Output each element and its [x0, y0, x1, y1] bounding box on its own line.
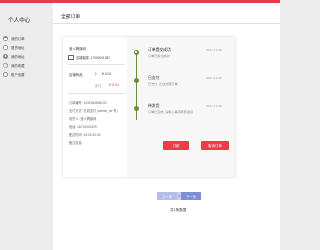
pagination: 上一页 1 下一页 [157, 192, 201, 200]
sidebar-title: 个人中心 [8, 18, 31, 24]
sidebar-item-label: 退货地址 [11, 46, 25, 50]
sidebar-item-favorites[interactable]: 我的收藏 [3, 62, 25, 69]
cancel-order-button[interactable]: 取消订单 [201, 141, 229, 150]
divider [68, 93, 125, 94]
step-dot-icon [134, 50, 139, 55]
shop-name[interactable]: 洛人腾旗网 [69, 46, 86, 51]
sidebar-item-orders[interactable]: 我的订单 [3, 35, 25, 42]
order-details: 洛人腾旗网 店铺客服: 17900001387 店铺商品 1 ¥ 0.01 实付… [63, 37, 125, 177]
pay-button[interactable]: 付款 [163, 141, 189, 150]
product-name[interactable]: 店铺商品 [69, 72, 83, 77]
product-quantity: 1 [95, 72, 97, 76]
star-icon [3, 63, 8, 68]
delivery-time: 配送时间: 18:00-20:00 [69, 133, 101, 137]
order-tracking: 订单提交成功 订单已提交成功 2017-11-29 已支付 已支付, 正在处理订… [127, 37, 235, 177]
paid-amount: ¥ 0.01 [109, 83, 119, 87]
house-icon [3, 36, 8, 41]
step-subtitle: 订单已提交成功 [148, 54, 170, 58]
step-date: 2017-11-29 [206, 104, 222, 108]
step-date: 2017-11-29 [206, 76, 222, 80]
prev-page-button[interactable]: 上一页 [157, 192, 177, 200]
step-subtitle: 已支付, 正在处理订单 [148, 82, 178, 86]
paid-label: 实付: [95, 84, 103, 88]
sidebar-item-label: 我的订单 [11, 37, 25, 41]
sidebar-item-label: 账户设置 [11, 73, 25, 77]
location-icon [3, 54, 8, 59]
sidebar: 个人中心 我的订单 退货地址 我的地址 我的收藏 账户设置 [0, 3, 52, 250]
sidebar-item-address[interactable]: 我的地址 [3, 53, 25, 60]
tracking-step: 已支付 已支付, 正在处理订单 2017-11-29 [127, 76, 235, 96]
payment-method: 支付方式: 在线支付 (weixin_ne 号) [69, 109, 118, 113]
store-icon [68, 55, 74, 61]
sidebar-item-returns[interactable]: 退货地址 [3, 44, 25, 51]
gear-icon [3, 72, 8, 77]
receiver: 收货人: 洛人腾旗网 [69, 117, 97, 121]
product-price: ¥ 0.01 [102, 72, 112, 76]
store-contact: 店铺客服: 17900001387 [68, 55, 111, 61]
step-date: 2017-11-29 [206, 48, 222, 52]
remarks: 备注信息: [69, 141, 83, 145]
step-dot-icon [134, 106, 139, 111]
sidebar-item-label: 我的收藏 [11, 64, 25, 68]
title-divider [53, 23, 280, 24]
document-icon [3, 45, 8, 50]
page-title: 全部订单 [61, 15, 81, 20]
phone: 电话: 18710001929 [69, 125, 97, 129]
store-contact-text: 店铺客服: 17900001387 [76, 56, 111, 61]
tracking-step: 订单提交成功 订单已提交成功 2017-11-29 [127, 48, 235, 68]
sidebar-item-label: 我的地址 [11, 55, 25, 59]
divider [68, 64, 125, 65]
tracking-step: 待发货 订单已完成, 请耐心等待商家发货 2017-11-29 [127, 104, 235, 124]
next-page-button[interactable]: 下一页 [181, 192, 201, 200]
order-card: 洛人腾旗网 店铺客服: 17900001387 店铺商品 1 ¥ 0.01 实付… [63, 37, 235, 177]
step-dot-icon [134, 78, 139, 83]
order-number: 订单编号: 1031954896233 [69, 101, 107, 105]
total-count: 共1条数据 [170, 208, 187, 212]
sidebar-item-settings[interactable]: 账户设置 [3, 71, 25, 78]
main-panel: 全部订单 洛人腾旗网 店铺客服: 17900001387 店铺商品 1 ¥ 0.… [53, 3, 280, 250]
step-subtitle: 订单已完成, 请耐心等待商家发货 [148, 110, 194, 114]
